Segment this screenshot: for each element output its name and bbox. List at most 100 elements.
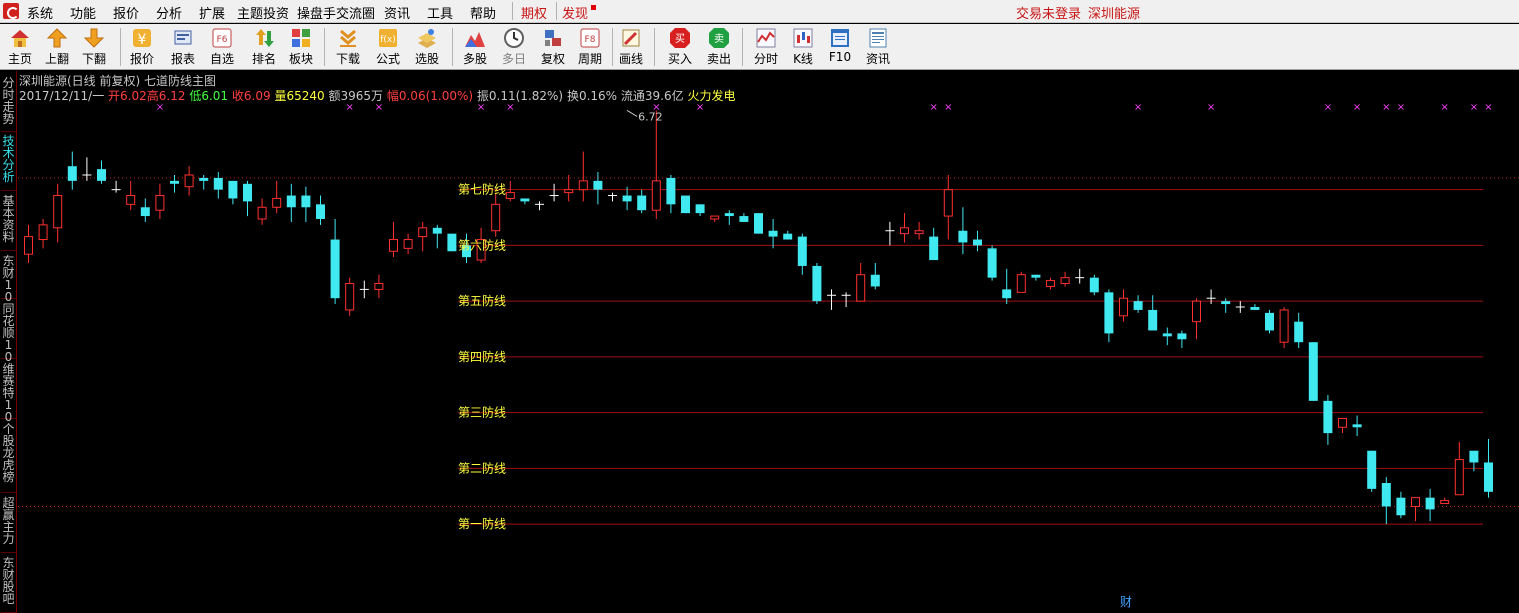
side-tab-vst-f10[interactable]: 维赛特10: [1, 363, 16, 423]
candle-body-down: [228, 180, 238, 199]
f8-key-icon: F8: [580, 28, 600, 48]
readout-volume: 量65240: [274, 89, 325, 103]
candle-body-down: [1265, 312, 1274, 331]
side-tab-technical[interactable]: 技术分析: [1, 135, 16, 191]
home-button[interactable]: 主页: [0, 26, 40, 68]
candle-body-down: [213, 177, 223, 190]
candle-body-down: [870, 274, 880, 287]
f10-button[interactable]: F10: [820, 26, 860, 68]
signal-marker-icon: ×: [1207, 102, 1215, 113]
candle-body-up: [900, 227, 909, 235]
menu-help[interactable]: 帮助: [470, 3, 496, 22]
candle-body-down: [1031, 274, 1041, 278]
grid-blocks-icon: [292, 29, 310, 47]
menu-quote[interactable]: 报价: [113, 3, 139, 22]
side-tab-main-force[interactable]: 超赢主力: [1, 497, 16, 553]
candle-body-down: [1250, 307, 1260, 310]
arrow-up-icon: [46, 28, 68, 48]
side-tab-intraday[interactable]: 分时走势: [1, 77, 16, 132]
menu-system[interactable]: 系统: [27, 3, 53, 22]
candle-body-down: [243, 183, 252, 202]
ranking-button[interactable]: 排名: [244, 26, 284, 68]
current-stock-name: 深圳能源: [1088, 7, 1141, 22]
readout-open: 开6.02: [108, 89, 147, 103]
notification-dot-icon: [591, 5, 596, 10]
candle-body-down: [170, 180, 179, 184]
trade-login-status[interactable]: 交易未登录: [1016, 3, 1081, 22]
candle-body-up: [24, 236, 33, 255]
side-tab-guba[interactable]: 东财股吧: [1, 557, 16, 613]
draw-line-button[interactable]: 画线: [611, 26, 651, 68]
menu-analysis[interactable]: 分析: [156, 3, 182, 22]
download-button[interactable]: 下载: [328, 26, 368, 68]
candle-body-down: [447, 233, 457, 252]
finance-marker-label: 财: [1120, 595, 1132, 609]
page-up-button[interactable]: 上翻: [37, 26, 77, 68]
side-tab-eastmoney-f10[interactable]: 东财10: [1, 255, 16, 303]
readout-low: 低6.01: [189, 89, 229, 103]
kline-chart[interactable]: × × × × × × × × × × × × × × × × × × 第七防线第六防线第五防线第四防线第三防线第…: [18, 71, 1519, 613]
sector-button[interactable]: 板块: [281, 26, 321, 68]
download-icon: [340, 29, 356, 47]
readout-date: 2017/12/11/一: [19, 89, 105, 103]
ohlc-readout: 2017/12/11/一 开6.02高6.12 低6.01 收6.09 量652…: [19, 87, 735, 104]
report-button[interactable]: 报表: [163, 26, 203, 68]
sell-icon: 卖: [709, 28, 729, 48]
defense-line-labels: 第七防线第六防线第五防线第四防线第三防线第二防线第一防线: [458, 182, 506, 531]
stock-picker-button[interactable]: 选股: [407, 26, 447, 68]
candle-body-down: [140, 207, 150, 217]
period-button[interactable]: F8 周期: [570, 26, 610, 68]
signal-marker-icon: ×: [1441, 102, 1449, 113]
menu-discover[interactable]: 发现: [562, 3, 588, 22]
candle-body-up: [38, 224, 48, 241]
kline-button[interactable]: K线: [783, 26, 823, 68]
formula-button[interactable]: f(x) 公式: [368, 26, 408, 68]
side-tab-dragon-tiger[interactable]: 个股龙虎榜: [1, 423, 16, 493]
signal-marker-icon: ×: [1484, 102, 1492, 113]
adjust-rights-button[interactable]: 复权: [533, 26, 573, 68]
candle-body-down: [520, 198, 530, 202]
news-button[interactable]: 资讯: [858, 26, 898, 68]
defense-line-label: 第四防线: [458, 349, 506, 364]
candle-body-up: [1279, 309, 1289, 343]
multi-day-button[interactable]: 多日: [494, 26, 534, 68]
menu-theme-invest[interactable]: 主题投资: [237, 3, 289, 22]
menu-extend[interactable]: 扩展: [199, 3, 225, 22]
toolbar-separator: [120, 28, 121, 66]
menu-news[interactable]: 资讯: [384, 3, 410, 22]
readout-high: 高6.12: [146, 89, 186, 103]
intraday-button[interactable]: 分时: [746, 26, 786, 68]
menu-options[interactable]: 期权: [521, 3, 547, 22]
signal-marker-icon: ×: [944, 102, 952, 113]
pencil-icon: [622, 29, 640, 47]
menu-function[interactable]: 功能: [70, 3, 96, 22]
candle-body-up: [1060, 277, 1070, 285]
buy-button[interactable]: 买 买入: [660, 26, 700, 68]
candle-body-up: [914, 230, 924, 235]
candle-body-up: [491, 203, 501, 232]
side-tab-fundamentals[interactable]: 基本资料: [1, 195, 16, 251]
side-tab-10jqka-f10[interactable]: 同花顺10: [1, 303, 16, 363]
high-marker-pointer: [626, 110, 638, 117]
candle-body-up: [651, 180, 661, 211]
readout-change: 幅0.06(1.00%): [386, 89, 474, 103]
formula-icon: f(x): [379, 29, 397, 47]
candle-body-down: [1104, 292, 1114, 334]
defense-line-label: 第六防线: [458, 237, 506, 252]
quote-button[interactable]: ¥ 报价: [122, 26, 162, 68]
candle-body-down: [1002, 289, 1012, 299]
candle-body-down: [1148, 309, 1158, 331]
menu-tools[interactable]: 工具: [427, 3, 453, 22]
stock-picker-icon: [418, 29, 436, 48]
candle-body-up: [1016, 274, 1026, 293]
page-down-button[interactable]: 下翻: [74, 26, 114, 68]
svg-text:F6: F6: [217, 35, 228, 45]
multi-stock-button[interactable]: 多股: [455, 26, 495, 68]
watchlist-button[interactable]: F6 自选: [202, 26, 242, 68]
readout-turnover: 换0.16%: [566, 89, 618, 103]
candle-body-down: [316, 204, 325, 219]
menu-trader-circle[interactable]: 操盘手交流圈: [297, 3, 375, 22]
home-icon: [11, 30, 29, 47]
sell-button[interactable]: 卖 卖出: [699, 26, 739, 68]
candle-body-down: [1425, 497, 1435, 510]
